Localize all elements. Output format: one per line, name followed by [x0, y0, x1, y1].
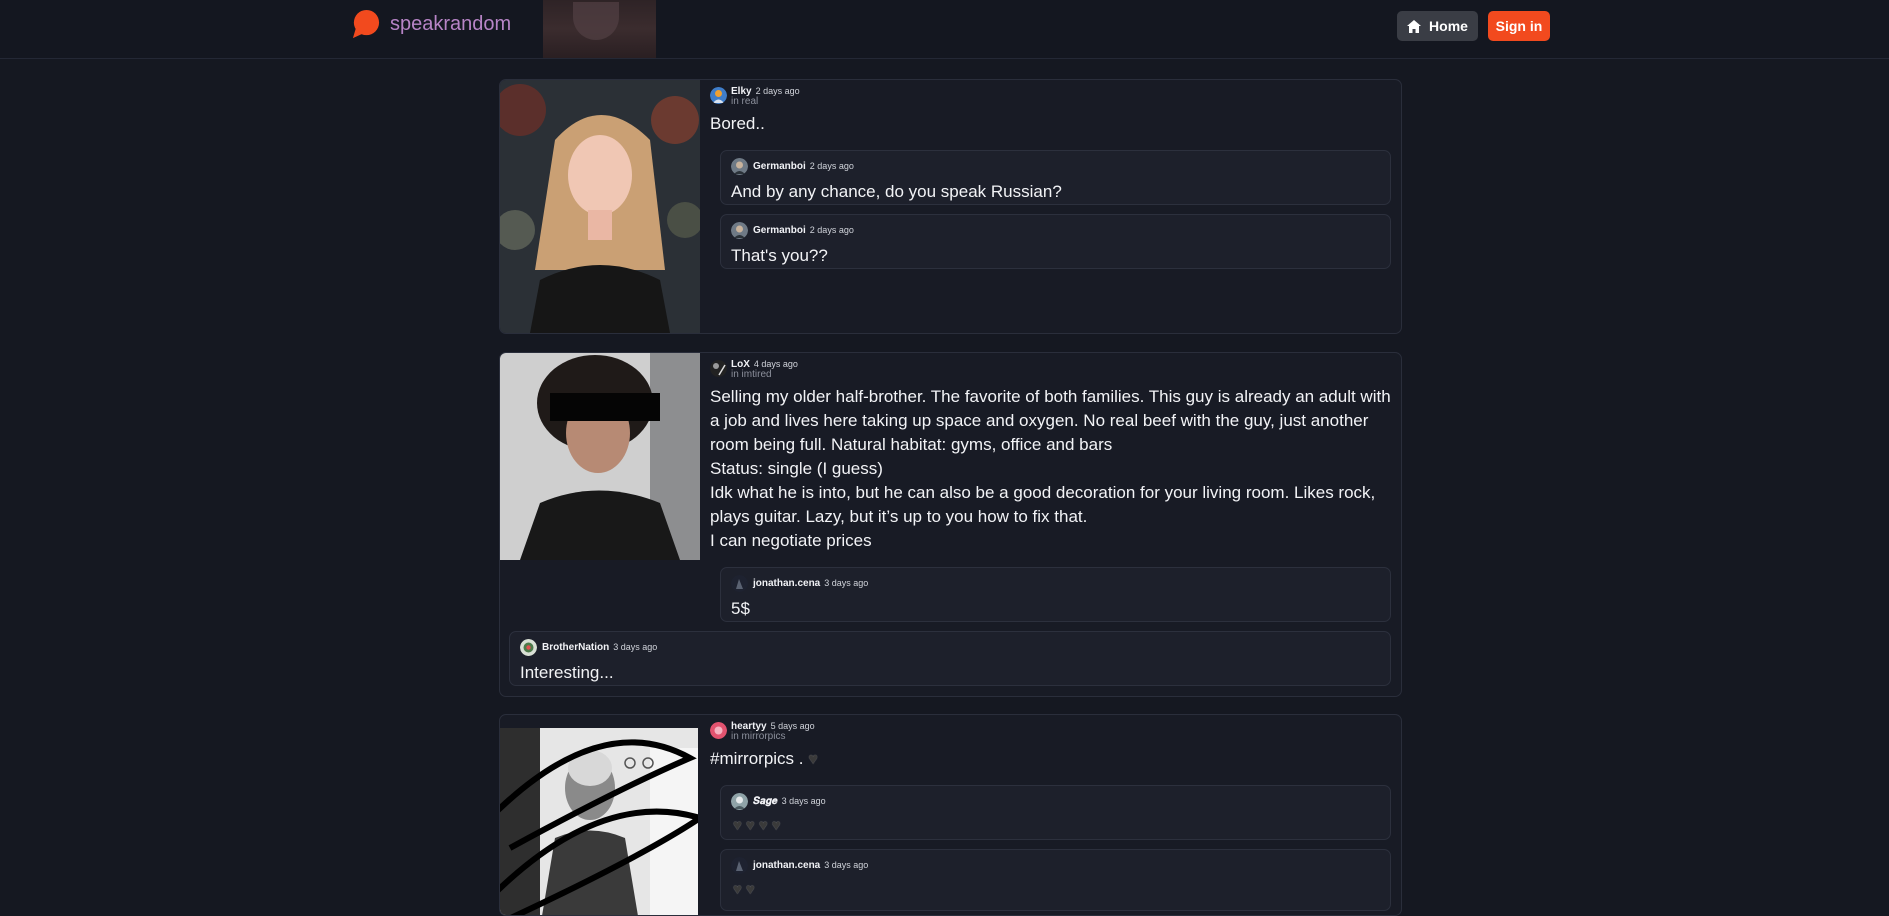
logo-text: speakrandom [390, 13, 512, 35]
post-timestamp: 5 days ago [770, 721, 815, 731]
post-text: Bored.. [710, 114, 765, 133]
reply-timestamp: 3 days ago [824, 577, 869, 588]
black-heart-icon: ♥ [733, 881, 742, 898]
reply-card: Germanboi 2 days ago And by any chance, d… [720, 150, 1391, 205]
reply-username[interactable]: Germanboi [753, 161, 806, 172]
reply-text: That's you?? [731, 246, 828, 265]
post-timestamp: 4 days ago [753, 359, 798, 369]
post-content: heartyy 5 days ago in mirrorpics #mirrorp… [710, 715, 1392, 772]
post-card: Elky 2 days ago in real Bored.. Germanboi… [499, 79, 1402, 334]
reply-hearts: ♥ ♥ ♥ ♥ [733, 817, 1390, 834]
post-content: LoX 4 days ago in imtired Selling my olde… [710, 353, 1392, 553]
reply-card: BrotherNation 3 days ago Interesting... [509, 631, 1391, 686]
reply-username[interactable]: BrotherNation [542, 642, 609, 653]
post-card: LoX 4 days ago in imtired Selling my olde… [499, 352, 1402, 697]
reply-timestamp: 3 days ago [781, 795, 826, 806]
post-community-link[interactable]: in imtired [731, 370, 798, 380]
home-button-label: Home [1429, 18, 1468, 34]
post-meta: Elky 2 days ago in real [710, 85, 1392, 107]
reply-hearts: ♥ ♥ [733, 881, 1390, 898]
reply-username[interactable]: 𝑺𝒂𝒈𝒆 [753, 796, 778, 807]
post-text: #mirrorpics . ♥ [710, 747, 1392, 772]
user-avatar[interactable] [731, 158, 748, 175]
top-navigation-bar: speakrandom Home Sign in [0, 0, 1889, 59]
black-heart-icon: ♥ [758, 817, 768, 834]
post-content: Elky 2 days ago in real Bored.. [710, 80, 1392, 136]
sign-in-button[interactable]: Sign in [1488, 11, 1550, 41]
post-timestamp: 2 days ago [755, 86, 800, 96]
user-avatar[interactable] [710, 722, 727, 739]
user-avatar[interactable] [731, 857, 748, 874]
post-image[interactable] [500, 728, 698, 916]
reply-card: Germanboi 2 days ago That's you?? [720, 214, 1391, 269]
user-avatar[interactable] [710, 360, 727, 377]
black-heart-icon: ♥ [733, 817, 742, 834]
reply-text: Interesting... [520, 663, 614, 682]
post-text-content: #mirrorpics . [710, 749, 804, 768]
user-avatar[interactable] [731, 222, 748, 239]
speech-bubble-logo-icon [352, 9, 380, 39]
reply-card: jonathan.cena 3 days ago ♥ ♥ [720, 849, 1391, 911]
black-heart-icon: ♥ [771, 817, 781, 834]
black-heart-icon: ♥ [745, 881, 755, 898]
post-meta: heartyy 5 days ago in mirrorpics [710, 720, 1392, 742]
reply-card: jonathan.cena 3 days ago 5$ [720, 567, 1391, 622]
black-heart-icon: ♥ [808, 751, 818, 768]
post-thumbnail-partial[interactable] [543, 0, 656, 58]
reply-username[interactable]: Germanboi [753, 225, 806, 236]
reply-timestamp: 3 days ago [824, 859, 869, 870]
post-community-link[interactable]: in real [731, 97, 800, 107]
post-meta: LoX 4 days ago in imtired [710, 358, 1392, 380]
logo-link[interactable]: speakrandom [350, 9, 511, 40]
post-card: heartyy 5 days ago in mirrorpics #mirrorp… [499, 714, 1402, 916]
reply-card: 𝑺𝒂𝒈𝒆 3 days ago ♥ ♥ ♥ ♥ [720, 785, 1391, 840]
user-avatar[interactable] [520, 639, 537, 656]
reply-timestamp: 2 days ago [809, 160, 854, 171]
user-avatar[interactable] [731, 575, 748, 592]
reply-text: 5$ [731, 599, 750, 618]
black-heart-icon: ♥ [745, 817, 755, 834]
reply-timestamp: 3 days ago [613, 641, 658, 652]
reply-username[interactable]: jonathan.cena [753, 860, 820, 871]
home-button[interactable]: Home [1397, 11, 1478, 41]
post-text: Selling my older half-brother. The favor… [710, 387, 1391, 550]
reply-text: And by any chance, do you speak Russian? [731, 182, 1062, 201]
user-avatar[interactable] [731, 793, 748, 810]
post-community-link[interactable]: in mirrorpics [731, 732, 815, 742]
reply-username[interactable]: jonathan.cena [753, 578, 820, 589]
home-icon [1407, 19, 1422, 33]
user-avatar[interactable] [710, 87, 727, 104]
post-image[interactable] [500, 80, 700, 333]
reply-timestamp: 2 days ago [809, 224, 854, 235]
post-image[interactable] [500, 353, 700, 560]
